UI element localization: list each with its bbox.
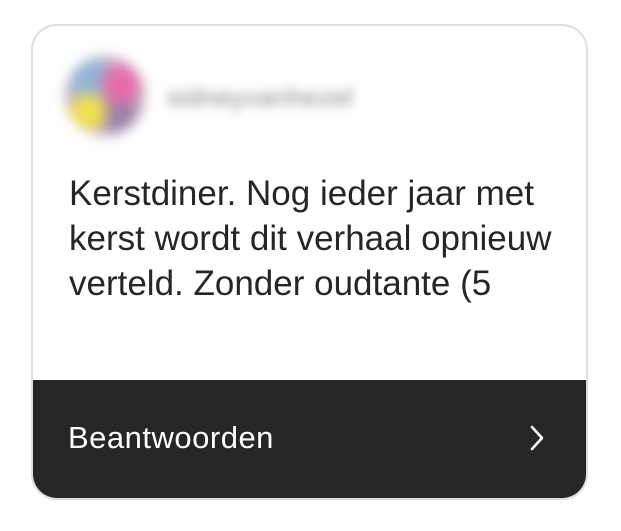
- chevron-right-icon: [530, 425, 544, 451]
- post-message: Kerstdiner. Nog ieder jaar met kerst wor…: [69, 174, 552, 303]
- avatar[interactable]: [65, 56, 145, 136]
- post-header: sidneyvanhezel: [33, 26, 586, 156]
- reply-button[interactable]: Beantwoorden: [33, 380, 586, 498]
- story-reply-card: sidneyvanhezel Kerstdiner. Nog ieder jaa…: [31, 24, 588, 500]
- reply-label: Beantwoorden: [68, 420, 274, 455]
- username[interactable]: sidneyvanhezel: [167, 82, 353, 113]
